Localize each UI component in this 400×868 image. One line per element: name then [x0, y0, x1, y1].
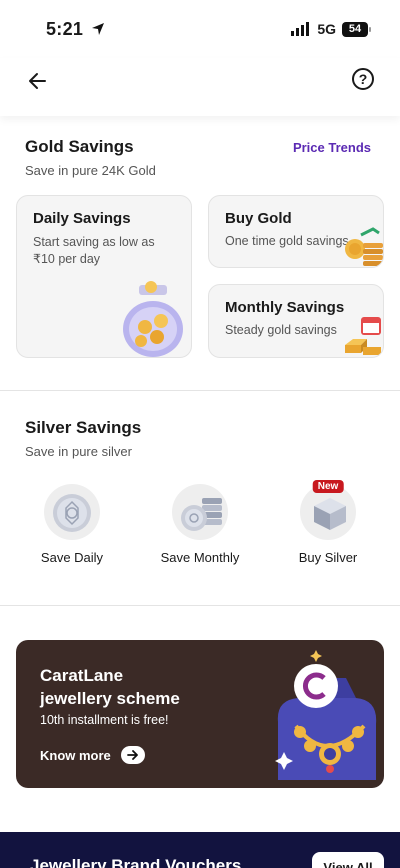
silver-section-subtitle: Save in pure silver [25, 444, 132, 459]
gold-bars-calendar-icon [345, 317, 381, 355]
necklace-box-icon [275, 650, 377, 780]
status-bar: 5:21 5G 54 [0, 0, 400, 58]
network-type: 5G [317, 21, 336, 37]
battery-level: 54 [348, 23, 362, 35]
arrow-right-icon [120, 746, 145, 764]
silver-coins-stack-icon [172, 484, 228, 540]
daily-savings-title: Daily Savings [33, 210, 131, 227]
gold-coin-jar-icon [123, 281, 183, 357]
monthly-savings-desc: Steady gold savings [225, 323, 337, 337]
silver-coin-icon [44, 484, 100, 540]
promo-title-line1: CaratLane [40, 666, 124, 685]
brand-vouchers-title: Jewellery Brand Vouchers [30, 856, 242, 868]
new-badge: New [312, 480, 344, 493]
status-indicators: 5G 54 [291, 21, 371, 37]
buy-gold-title: Buy Gold [225, 210, 292, 227]
section-divider-2 [0, 605, 400, 606]
daily-savings-desc-line2: ₹10 per day [33, 252, 101, 266]
location-arrow-icon [91, 23, 104, 35]
save-daily-silver[interactable]: Save Daily [22, 484, 122, 565]
signal-bars-icon [291, 22, 310, 36]
know-more-button[interactable]: Know more [40, 746, 145, 764]
know-more-label: Know more [40, 747, 111, 763]
status-time: 5:21 [46, 19, 105, 40]
promo-title: CaratLane jewellery scheme [40, 664, 220, 710]
daily-savings-card[interactable]: Daily Savings Start saving as low as ₹10… [16, 195, 192, 358]
top-header: ? [0, 58, 400, 116]
gold-coins-stack-icon [345, 227, 383, 266]
brand-vouchers-banner: Jewellery Brand Vouchers View All [0, 832, 400, 868]
save-daily-label: Save Daily [40, 550, 104, 565]
buy-silver-label: Buy Silver [298, 550, 358, 565]
promo-title-line2: jewellery scheme [40, 689, 180, 708]
silver-section-title: Silver Savings [25, 418, 142, 437]
back-button[interactable] [24, 68, 50, 94]
help-button[interactable]: ? [352, 68, 374, 90]
silver-bar-icon: New [300, 480, 356, 540]
monthly-savings-title: Monthly Savings [225, 299, 345, 316]
section-divider [0, 390, 400, 391]
gold-section-title: Gold Savings [25, 137, 134, 156]
monthly-savings-card[interactable]: Monthly Savings Steady gold savings [208, 284, 384, 358]
promo-subtitle: 10th installment is free! [40, 713, 169, 727]
buy-gold-desc: One time gold savings [225, 234, 349, 248]
arrow-left-icon [29, 73, 46, 89]
save-monthly-silver[interactable]: Save Monthly [150, 484, 250, 565]
battery-icon: 54 [342, 21, 371, 37]
save-monthly-label: Save Monthly [160, 550, 240, 565]
daily-savings-desc-line1: Start saving as low as [33, 235, 155, 249]
price-trends-link[interactable]: Price Trends [293, 140, 371, 155]
view-all-button[interactable]: View All [312, 852, 384, 868]
question-circle-icon: ? [358, 71, 368, 87]
buy-gold-card[interactable]: Buy Gold One time gold savings [208, 195, 384, 268]
caratlane-promo-banner[interactable]: CaratLane jewellery scheme 10th installm… [16, 640, 384, 788]
status-time-text: 5:21 [46, 19, 84, 39]
gold-section-subtitle: Save in pure 24K Gold [25, 163, 156, 178]
buy-silver[interactable]: New Buy Silver [278, 480, 378, 565]
daily-savings-desc: Start saving as low as ₹10 per day [33, 234, 155, 268]
